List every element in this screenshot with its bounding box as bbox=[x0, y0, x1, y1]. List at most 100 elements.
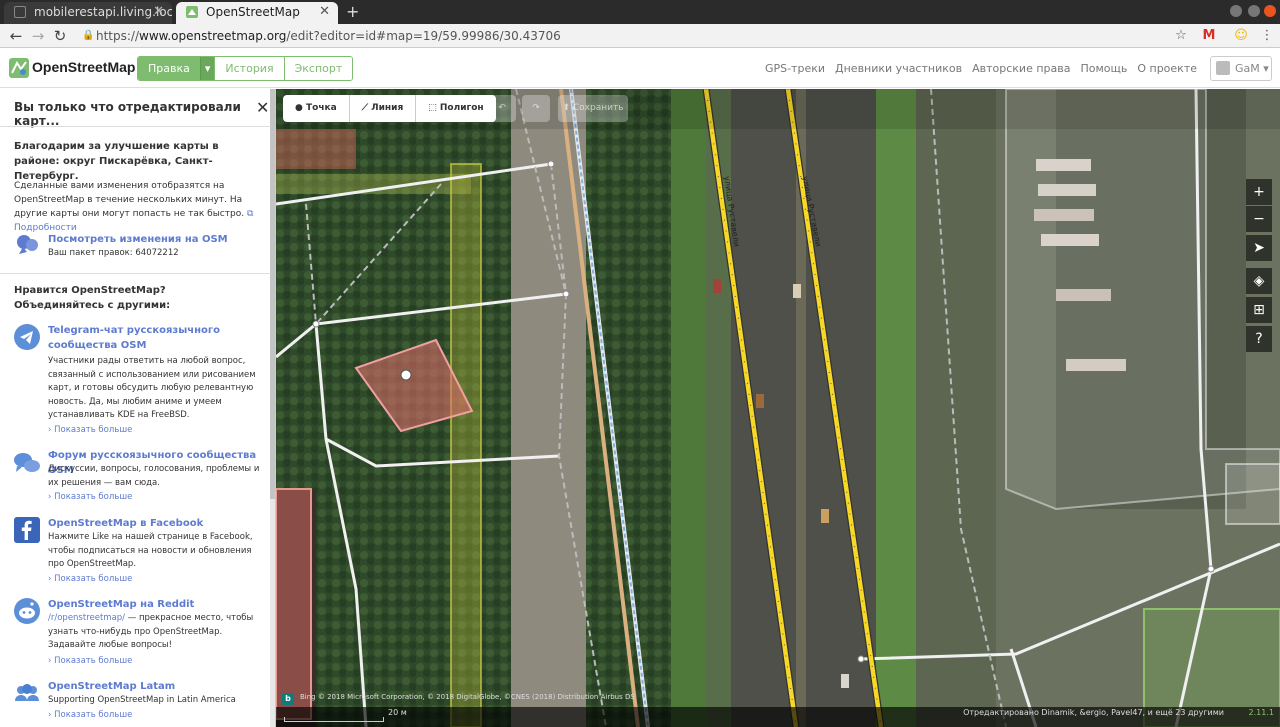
map-data-icon: ⊞ bbox=[1253, 302, 1265, 318]
show-more-link[interactable]: › Показать больше bbox=[48, 710, 132, 720]
add-point-label: Точка bbox=[306, 103, 337, 113]
maximize-button[interactable] bbox=[1248, 5, 1260, 17]
back-button[interactable]: ← bbox=[6, 26, 26, 46]
telegram-link[interactable]: Telegram-чат русскоязычного сообщества O… bbox=[48, 323, 258, 353]
chevron-right-icon: › bbox=[48, 425, 52, 435]
close-window-button[interactable] bbox=[1264, 5, 1276, 17]
thanks-text: Благодарим за улучшение карты в районе: … bbox=[14, 141, 219, 182]
minimize-button[interactable] bbox=[1230, 5, 1242, 17]
osm-logo-icon[interactable] bbox=[8, 57, 30, 79]
scale-bar[interactable] bbox=[284, 717, 384, 722]
close-icon[interactable]: ✕ bbox=[319, 2, 330, 22]
show-more-link[interactable]: › Показать больше bbox=[48, 574, 132, 584]
osm-favicon-icon bbox=[186, 6, 198, 18]
reload-button[interactable]: ↻ bbox=[50, 26, 70, 46]
add-area-label: Полигон bbox=[439, 103, 484, 113]
add-line-label: Линия bbox=[371, 103, 404, 113]
browser-toolbar: ← → ↻ 🔒 https://www.openstreetmap.org/ed… bbox=[0, 24, 1280, 48]
background-settings-button[interactable]: ◈ bbox=[1246, 268, 1272, 294]
edited-by-text: Отредактировано Dinamik, &ergio, Pavel47… bbox=[963, 708, 1224, 717]
imagery-attribution[interactable]: Bing © 2018 Microsoft Corporation, © 201… bbox=[300, 693, 635, 701]
show-more-label: Показать больше bbox=[54, 574, 133, 584]
url-protocol: https:// bbox=[96, 29, 140, 43]
view-changes-link[interactable]: Посмотреть изменения на OSM bbox=[48, 232, 258, 247]
browser-tab-mobilerestapi[interactable]: mobilerestapi.living.loca ✕ bbox=[4, 2, 172, 24]
add-area-button[interactable]: ⬚ Полигон bbox=[415, 95, 495, 122]
nav-copyright[interactable]: Авторские права bbox=[972, 62, 1070, 75]
add-point-button[interactable]: ● Точка bbox=[283, 95, 349, 122]
save-button[interactable]: ⬆ Сохранить bbox=[558, 95, 628, 122]
version-label[interactable]: 2.11.1 bbox=[1249, 703, 1274, 723]
latam-desc: Supporting OpenStreetMap in Latin Americ… bbox=[48, 695, 236, 705]
emoji-extension-icon[interactable]: ☺ bbox=[1232, 27, 1250, 45]
osm-header: OpenStreetMap Правка ▾ История Экспорт G… bbox=[0, 48, 1280, 88]
chevron-down-icon: ▾ bbox=[1263, 62, 1269, 75]
external-link-icon: ⧉ bbox=[246, 209, 254, 219]
bing-logo-icon: b bbox=[282, 693, 294, 705]
facebook-desc: Нажмите Like на нашей странице в Faceboo… bbox=[48, 532, 253, 569]
osm-brand[interactable]: OpenStreetMap bbox=[32, 59, 135, 75]
export-button[interactable]: Экспорт bbox=[283, 57, 353, 80]
add-line-button[interactable]: ⟋ Линия bbox=[348, 95, 416, 122]
geolocate-button[interactable]: ➤ bbox=[1246, 235, 1272, 261]
zoom-in-button[interactable]: + bbox=[1246, 179, 1272, 205]
address-bar[interactable]: 🔒 https://www.openstreetmap.org/edit?edi… bbox=[80, 27, 1170, 45]
page-icon bbox=[14, 6, 26, 18]
facebook-icon bbox=[14, 517, 40, 543]
chevron-right-icon: › bbox=[48, 574, 52, 584]
nav-about[interactable]: О проекте bbox=[1137, 62, 1197, 75]
reddit-desc: /r/openstreetmap/ — прекрасное место, чт… bbox=[48, 612, 260, 653]
editor-toolbar: ● Точка ⟋ Линия ⬚ Полигон ↶ ↷ ⬆ Сохранит… bbox=[276, 89, 1280, 129]
show-more-label: Показать больше bbox=[54, 425, 133, 435]
sidebar-scrollbar[interactable] bbox=[270, 89, 275, 727]
edit-button-group: Правка ▾ История Экспорт bbox=[137, 56, 354, 81]
users-group-icon bbox=[15, 684, 39, 701]
help-icon: ? bbox=[1255, 331, 1263, 347]
show-more-link[interactable]: › Показать больше bbox=[48, 425, 132, 435]
show-more-link[interactable]: › Показать больше bbox=[48, 656, 132, 666]
forum-desc: Дискуссии, вопросы, голосования, проблем… bbox=[48, 464, 260, 488]
scale-label: 20 м bbox=[388, 708, 407, 717]
nav-gps-traces[interactable]: GPS-треки bbox=[765, 62, 825, 75]
show-more-link[interactable]: › Показать больше bbox=[48, 492, 132, 502]
chevron-down-icon[interactable]: ▾ bbox=[199, 57, 215, 80]
sidebar: Вы только что отредактировали карт... ✕ … bbox=[0, 89, 276, 727]
locate-icon: ➤ bbox=[1253, 240, 1265, 256]
nav-help[interactable]: Помощь bbox=[1080, 62, 1127, 75]
add-feature-group: ● Точка ⟋ Линия ⬚ Полигон bbox=[283, 95, 496, 122]
bookmark-star-icon[interactable]: ☆ bbox=[1172, 27, 1190, 45]
history-button[interactable]: История bbox=[214, 57, 284, 80]
reddit-link[interactable]: OpenStreetMap на Reddit bbox=[48, 597, 258, 612]
close-icon[interactable]: ✕ bbox=[153, 2, 164, 22]
browser-tab-openstreetmap[interactable]: OpenStreetMap ✕ bbox=[176, 2, 338, 24]
menu-icon[interactable]: ⋮ bbox=[1258, 27, 1276, 45]
gmail-extension-icon[interactable]: M bbox=[1200, 27, 1218, 45]
zoom-out-button[interactable]: − bbox=[1246, 206, 1272, 232]
user-menu[interactable]: GaM ▾ bbox=[1210, 56, 1272, 81]
forum-icon bbox=[14, 453, 40, 472]
undo-icon: ↶ bbox=[498, 103, 506, 113]
tab-title: mobilerestapi.living.loca bbox=[34, 5, 172, 19]
map-data-button[interactable]: ⊞ bbox=[1246, 297, 1272, 323]
show-more-label: Показать больше bbox=[54, 710, 133, 720]
help-button[interactable]: ? bbox=[1246, 326, 1272, 352]
latam-link[interactable]: OpenStreetMap Latam bbox=[48, 679, 258, 694]
avatar bbox=[1216, 61, 1230, 75]
subreddit-link[interactable]: /r/openstreetmap/ bbox=[48, 613, 125, 623]
undo-button[interactable]: ↶ bbox=[488, 95, 516, 122]
browser-tabbar: mobilerestapi.living.loca ✕ OpenStreetMa… bbox=[0, 0, 1280, 24]
reddit-icon bbox=[14, 598, 40, 624]
map-canvas[interactable]: улица Руставели улица Руставели ● Точка … bbox=[276, 89, 1280, 727]
scrollbar-thumb[interactable] bbox=[270, 89, 275, 499]
nav-user-diaries[interactable]: Дневники участников bbox=[835, 62, 962, 75]
redo-button[interactable]: ↷ bbox=[522, 95, 550, 122]
info-text: Сделанные вами изменения отобразятся на … bbox=[14, 179, 259, 235]
facebook-link[interactable]: OpenStreetMap в Facebook bbox=[48, 516, 258, 531]
map-footer: 20 м Отредактировано Dinamik, &ergio, Pa… bbox=[276, 707, 1280, 727]
close-icon[interactable]: ✕ bbox=[256, 98, 269, 117]
edit-button[interactable]: Правка bbox=[138, 57, 200, 80]
sidebar-title: Вы только что отредактировали карт... bbox=[14, 100, 241, 128]
forward-button[interactable]: → bbox=[28, 26, 48, 46]
save-label: Сохранить bbox=[572, 103, 624, 113]
new-tab-button[interactable]: + bbox=[346, 2, 359, 22]
